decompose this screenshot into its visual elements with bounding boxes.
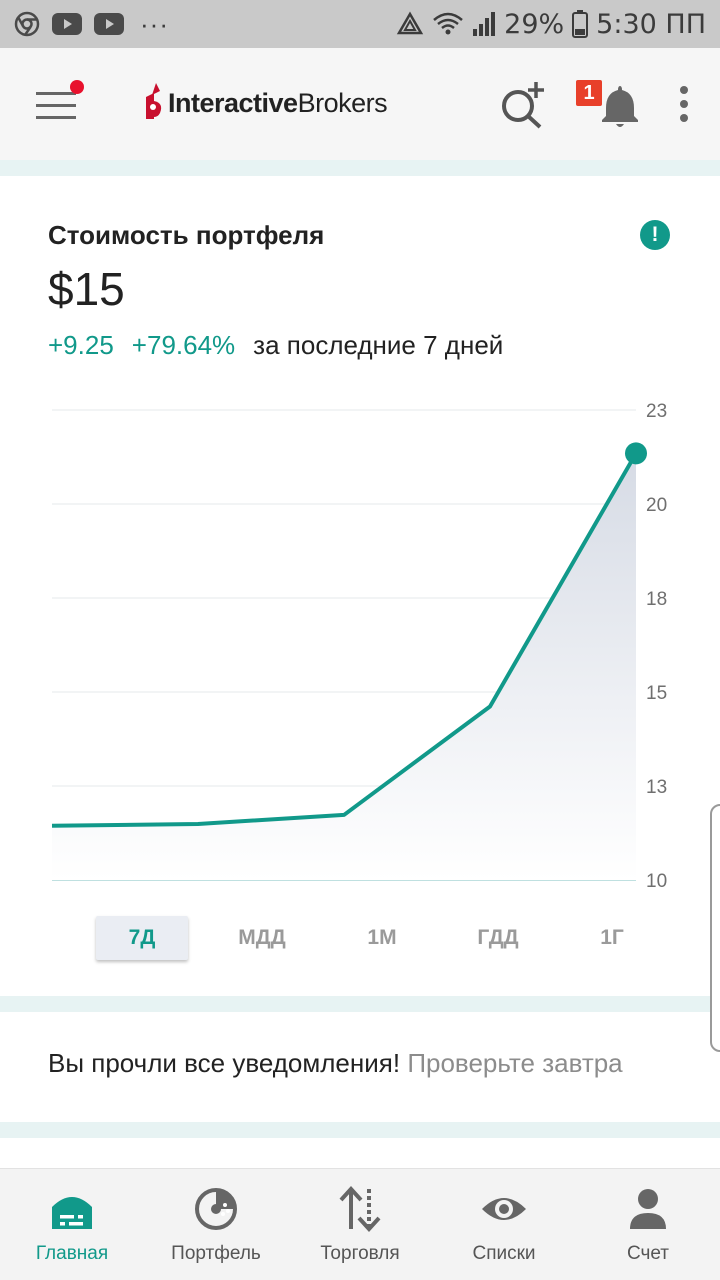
logo-text-thin: Brokers (297, 87, 388, 118)
menu-alert-dot (70, 80, 84, 94)
period-selector: 7Д МДД 1М ГДД 1Г (96, 916, 656, 960)
nav-home-label: Главная (35, 1243, 109, 1264)
change-period-text: за последние 7 дней (253, 330, 504, 360)
eye-icon (482, 1198, 526, 1220)
battery-icon (572, 10, 589, 38)
account-icon (630, 1189, 666, 1229)
nav-watchlists-label: Списки (472, 1243, 536, 1264)
youtube-icon (94, 13, 124, 35)
nav-home[interactable]: Главная (0, 1169, 144, 1280)
notifications-card: Вы прочли все уведомления! Проверьте зав… (0, 1012, 720, 1122)
recycle-icon (396, 11, 424, 37)
period-tab-1m[interactable]: 1М (336, 916, 428, 960)
period-tab-ytd[interactable]: ГДД (452, 916, 544, 960)
menu-icon-line (36, 116, 76, 119)
search-add-button[interactable] (498, 80, 548, 130)
chrome-icon (14, 11, 40, 37)
period-tab-1y[interactable]: 1Г (566, 916, 658, 960)
trade-icon (339, 1186, 381, 1232)
ib-logo-icon (146, 83, 162, 119)
portfolio-icon (195, 1188, 237, 1230)
nav-account-label: Счет (626, 1243, 670, 1264)
y-tick-label: 23 (646, 401, 667, 422)
more-options-button[interactable] (664, 84, 704, 124)
y-tick-label: 20 (646, 495, 667, 516)
check-tomorrow-text: Проверьте завтра (407, 1048, 623, 1078)
portfolio-change: +9.25 +79.64% за последние 7 дней (48, 330, 503, 361)
overflow-icon: ··· (140, 9, 169, 39)
bottom-navigation: Главная Портфель Торговля Списки Счет (0, 1168, 720, 1280)
chart-last-point (625, 442, 647, 465)
notification-count-badge: 1 (576, 80, 602, 106)
logo-text-bold: Interactive (168, 87, 298, 118)
notifications-button[interactable]: 1 (576, 78, 640, 138)
period-tab-ytd-month[interactable]: МДД (216, 916, 308, 960)
clock: 5:30 ПП (596, 8, 706, 40)
info-icon[interactable]: ! (640, 220, 670, 250)
notifications-read-text: Вы прочли все уведомления! (48, 1048, 401, 1078)
y-tick-label: 15 (646, 683, 667, 704)
wifi-icon (432, 11, 464, 37)
signal-icon (472, 11, 496, 37)
notifications-message: Вы прочли все уведомления! Проверьте зав… (48, 1048, 623, 1079)
menu-icon-line (36, 104, 76, 107)
menu-icon (36, 92, 76, 95)
more-vert-icon-dot (680, 100, 688, 108)
home-icon (52, 1197, 92, 1229)
status-bar: ··· 29% 5:30 ПП (0, 0, 720, 48)
change-percent: +79.64% (131, 330, 236, 360)
nav-watchlists[interactable]: Списки (432, 1169, 576, 1280)
y-tick-label: 13 (646, 777, 667, 798)
portfolio-card: Стоимость портфеля ! $15 +9.25 +79.64% з… (0, 176, 720, 996)
portfolio-title: Стоимость портфеля (48, 220, 325, 250)
app-header: InteractiveBrokers 1 (0, 48, 720, 160)
y-tick-label: 10 (646, 871, 667, 892)
edge-panel-handle[interactable] (710, 804, 720, 1052)
more-vert-icon-dot (680, 114, 688, 122)
next-card-peek (0, 1138, 720, 1168)
nav-portfolio-label: Портфель (171, 1243, 261, 1264)
nav-account[interactable]: Счет (576, 1169, 720, 1280)
change-absolute: +9.25 (48, 330, 114, 360)
nav-trade[interactable]: Торговля (288, 1169, 432, 1280)
portfolio-chart[interactable]: 23 20 18 15 13 10 (0, 386, 720, 896)
more-vert-icon (680, 86, 688, 94)
nav-trade-label: Торговля (320, 1243, 400, 1264)
period-tab-7d[interactable]: 7Д (96, 916, 188, 960)
battery-percent: 29% (504, 8, 565, 40)
youtube-icon (52, 13, 82, 35)
nav-portfolio[interactable]: Портфель (144, 1169, 288, 1280)
search-add-icon (502, 82, 544, 129)
portfolio-value: $15 (48, 263, 125, 315)
y-tick-label: 18 (646, 589, 667, 610)
chart-y-ticks: 23 20 18 15 13 10 (646, 401, 667, 892)
brand-logo: InteractiveBrokers (142, 82, 388, 124)
menu-button[interactable] (30, 78, 86, 128)
chart-points (625, 442, 647, 465)
